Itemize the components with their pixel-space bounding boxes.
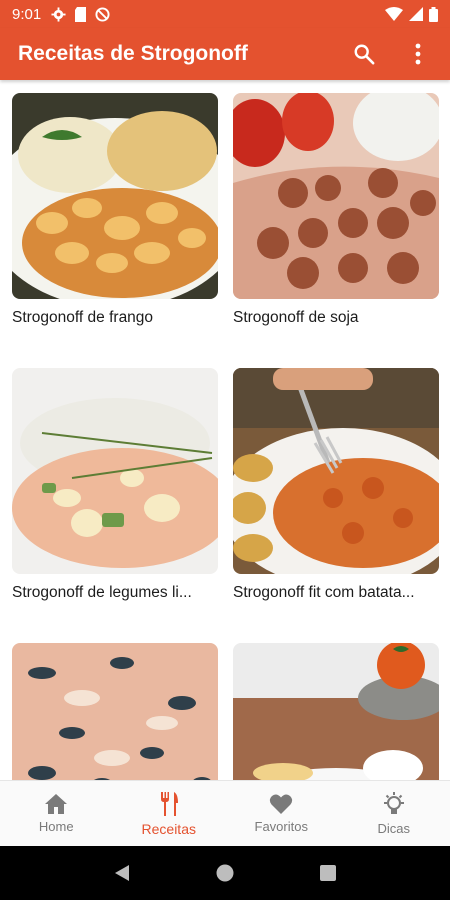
more-vert-icon (415, 43, 421, 65)
nav-dicas[interactable]: Dicas (338, 781, 450, 846)
sd-card-icon (75, 6, 87, 22)
battery-icon (429, 6, 438, 22)
nav-dicas-label: Dicas (377, 821, 410, 836)
recipe-title[interactable]: Strogonoff fit com batata... (233, 584, 439, 602)
search-button[interactable] (350, 40, 378, 68)
nav-favoritos-label: Favoritos (254, 819, 308, 834)
recipe-image-frango[interactable] (12, 93, 218, 299)
recipe-title[interactable]: Strogonoff de legumes li... (12, 584, 218, 602)
nav-receitas-label: Receitas (141, 820, 196, 837)
page-title: Receitas de Strogonoff (18, 42, 248, 65)
no-disturb-icon (95, 6, 110, 22)
recents-icon[interactable] (319, 864, 337, 882)
recipe-title[interactable]: Strogonoff de frango (12, 309, 218, 327)
recipe-card[interactable] (12, 643, 218, 780)
status-system-icons (385, 6, 438, 22)
recipe-image-6[interactable] (233, 643, 439, 780)
recipe-card[interactable] (233, 643, 439, 780)
more-options-button[interactable] (404, 40, 432, 68)
home-circle-icon[interactable] (216, 864, 234, 882)
recipe-image-legumes[interactable] (12, 368, 218, 574)
recipe-card[interactable]: Strogonoff de legumes li... (12, 368, 218, 602)
home-icon (45, 794, 68, 814)
heart-icon (270, 794, 293, 814)
app-bar: Receitas de Strogonoff (0, 28, 450, 80)
nav-home[interactable]: Home (0, 781, 113, 846)
bottom-navigation: Home Receitas Favoritos Dicas (0, 780, 450, 846)
recipe-card[interactable]: Strogonoff de frango (12, 93, 218, 327)
recipe-image-5[interactable] (12, 643, 218, 780)
lightbulb-icon (383, 792, 404, 814)
system-navigation-bar (0, 846, 450, 900)
nav-favoritos[interactable]: Favoritos (225, 781, 338, 846)
wifi-icon (385, 7, 403, 21)
back-icon[interactable] (113, 864, 131, 882)
fork-knife-icon (160, 791, 178, 816)
status-bar: 9:01 (0, 0, 450, 28)
recipe-card[interactable]: Strogonoff fit com batata... (233, 368, 439, 602)
gear-icon (51, 6, 66, 22)
nav-home-label: Home (38, 819, 74, 834)
recipe-image-fit-batata[interactable] (233, 368, 439, 574)
status-time: 9:01 (12, 5, 42, 23)
nav-receitas[interactable]: Receitas (113, 781, 226, 846)
recipe-image-soja[interactable] (233, 93, 439, 299)
recipe-title[interactable]: Strogonoff de soja (233, 309, 439, 327)
status-notification-icons (51, 6, 110, 22)
search-icon (354, 44, 375, 65)
signal-icon (409, 7, 423, 21)
recipe-card[interactable]: Strogonoff de soja (233, 93, 439, 327)
recipe-grid[interactable]: Strogonoff de frango Strogonoff de soja (0, 80, 450, 780)
